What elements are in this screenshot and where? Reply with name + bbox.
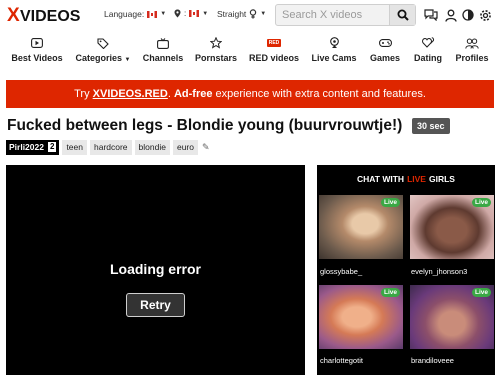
- live-cam-thumbnail[interactable]: Live: [319, 285, 403, 349]
- nav-games[interactable]: Games: [368, 36, 402, 68]
- edit-tags-icon[interactable]: ✎: [202, 142, 210, 153]
- logo-videos: VIDEOS: [20, 8, 81, 25]
- search-icon: [397, 9, 409, 21]
- live-badge: Live: [471, 288, 491, 297]
- red-badge-icon: RED: [266, 39, 282, 47]
- tag-link[interactable]: blondie: [134, 139, 170, 155]
- page: X VIDEOS Language: ▼ : ▼ Straight ▼ Sear…: [0, 0, 500, 375]
- live-cam-name[interactable]: evelyn_jhonson3: [411, 267, 467, 276]
- tag-icon: [97, 36, 109, 50]
- live-badge: Live: [380, 288, 400, 297]
- nav-red-videos[interactable]: RED RED videos: [249, 36, 299, 68]
- tag-bar: Pirli2022 2 teen hardcore blondie euro ✎: [6, 139, 210, 155]
- live-cam-thumbnail[interactable]: Live: [319, 195, 403, 259]
- profiles-icon: [465, 36, 479, 50]
- live-cam-thumbnail[interactable]: Live: [410, 195, 494, 259]
- search-box: [275, 4, 416, 26]
- live-panel-heading: CHAT WITH LIVE GIRLS: [357, 173, 455, 184]
- orientation-label: Straight: [217, 9, 247, 19]
- country-selector[interactable]: : ▼: [174, 9, 208, 18]
- search-button[interactable]: [389, 5, 415, 25]
- nav-categories[interactable]: Categories ▼: [75, 36, 131, 68]
- logo-x: X: [7, 5, 20, 26]
- tv-icon: [157, 36, 169, 50]
- top-bar: X VIDEOS Language: ▼ : ▼ Straight ▼: [0, 0, 500, 32]
- live-cam-thumbnail[interactable]: Live: [410, 285, 494, 349]
- nav-channels[interactable]: Channels: [142, 36, 184, 68]
- adfree-text: Ad-free: [173, 88, 213, 100]
- video-player[interactable]: Loading error Retry: [6, 165, 305, 375]
- contrast-icon[interactable]: [461, 8, 475, 22]
- gear-icon[interactable]: [478, 8, 492, 22]
- webcam-icon: [329, 36, 340, 50]
- loading-error-text: Loading error: [109, 261, 201, 277]
- orientation-selector[interactable]: Straight ▼: [217, 9, 266, 19]
- nav-live-cams[interactable]: Live Cams: [311, 36, 357, 68]
- gender-symbol-icon: [250, 9, 257, 19]
- duration-badge: 30 sec: [412, 118, 450, 134]
- live-badge: Live: [380, 198, 400, 207]
- live-cam-name[interactable]: charlottegotit: [320, 356, 363, 365]
- search-input[interactable]: [276, 5, 389, 25]
- gamepad-icon: [378, 36, 392, 50]
- red-promo-banner[interactable]: Try XVIDEOS.RED . Ad-free experience wit…: [6, 80, 494, 108]
- uploader-name: Pirli2022: [9, 142, 44, 152]
- uploader-link[interactable]: Pirli2022 2: [6, 139, 60, 155]
- hearts-icon: [421, 36, 435, 50]
- nav-dating[interactable]: Dating: [412, 36, 444, 68]
- live-cam-name[interactable]: brandiloveee: [411, 356, 454, 365]
- live-cam-name[interactable]: glossybabe_: [320, 267, 362, 276]
- location-pin-icon: [174, 9, 181, 18]
- language-label: Language:: [104, 9, 145, 19]
- play-icon: [31, 36, 43, 50]
- tag-link[interactable]: hardcore: [89, 139, 132, 155]
- chat-icon[interactable]: [424, 8, 438, 22]
- live-cams-panel: CHAT WITH LIVE GIRLS Live glossybabe_ Li…: [317, 165, 495, 375]
- uploader-video-count: 2: [47, 142, 57, 152]
- tag-link[interactable]: teen: [62, 139, 87, 155]
- canada-flag-icon: [189, 10, 200, 17]
- language-selector[interactable]: Language: ▼: [104, 9, 166, 19]
- main-nav: Best Videos Categories ▼ Channels Pornst…: [0, 36, 500, 70]
- star-icon: [210, 36, 222, 50]
- chevron-down-icon: ▼: [260, 11, 267, 17]
- site-logo[interactable]: X VIDEOS: [7, 4, 91, 26]
- chevron-down-icon: ▼: [202, 10, 209, 17]
- nav-pornstars[interactable]: Pornstars: [194, 36, 238, 68]
- user-icon[interactable]: [444, 8, 458, 22]
- red-brand-link[interactable]: XVIDEOS.RED: [93, 88, 168, 100]
- tag-link[interactable]: euro: [172, 139, 198, 155]
- retry-button[interactable]: Retry: [126, 293, 185, 317]
- live-badge: Live: [471, 198, 491, 207]
- nav-profiles[interactable]: Profiles: [455, 36, 489, 68]
- nav-best-videos[interactable]: Best Videos: [11, 36, 63, 68]
- canada-flag-icon: [147, 10, 158, 18]
- chevron-down-icon: ▼: [160, 11, 167, 17]
- video-title: Fucked between legs - Blondie young (buu…: [7, 117, 403, 134]
